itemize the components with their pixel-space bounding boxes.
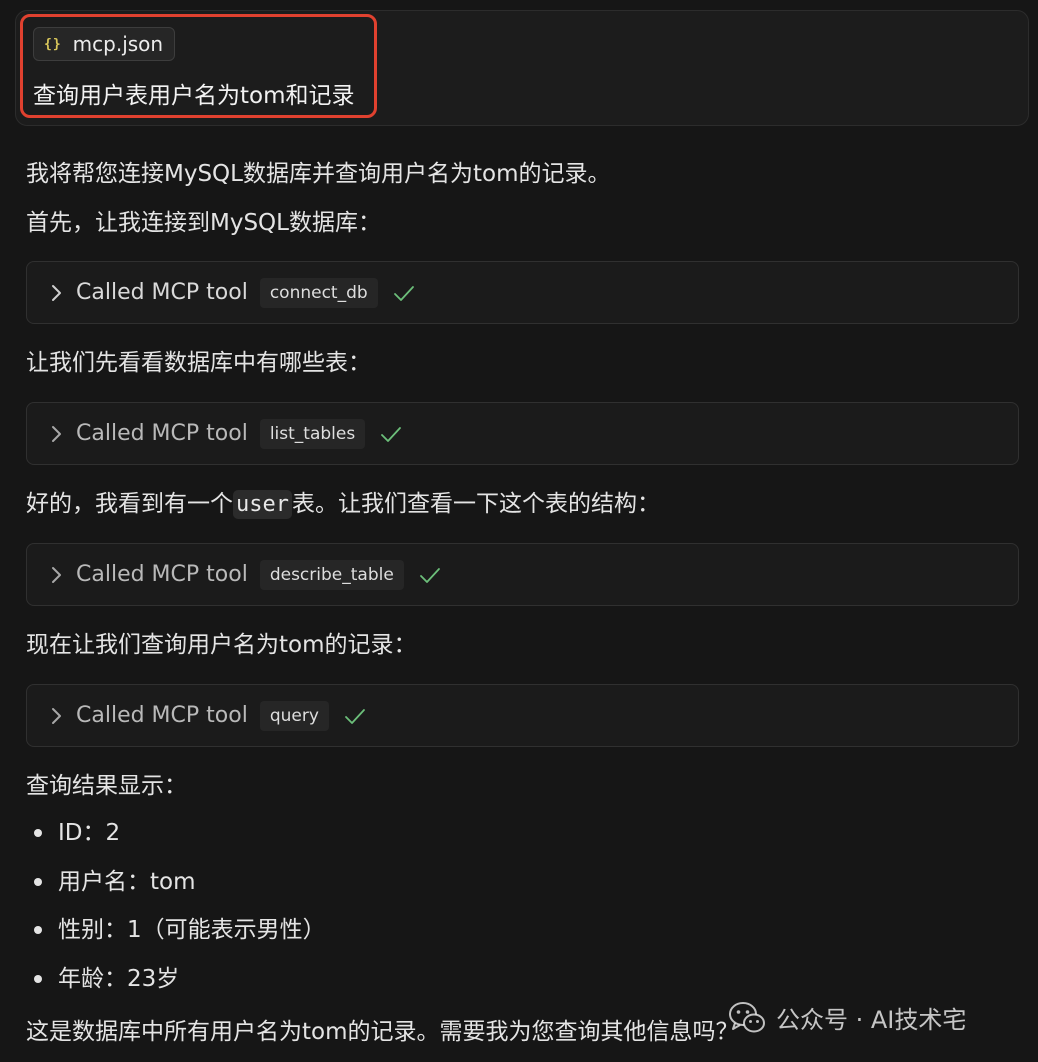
tool-name-chip: describe_table: [259, 559, 404, 590]
response-step3: 好的，我看到有一个 user 表。让我们查看一下这个表的结构：: [26, 489, 660, 520]
checkmark-icon: [345, 708, 365, 724]
step3-suffix: 表。让我们查看一下这个表的结构：: [291, 491, 660, 517]
bullet-dot: [34, 974, 42, 983]
json-braces-icon: {}: [44, 36, 62, 52]
attached-file-name: mcp.json: [72, 32, 164, 56]
checkmark-icon: [381, 426, 402, 442]
checkmark-icon: [393, 285, 414, 301]
list-item-text: 用户名：tom: [58, 868, 196, 895]
result-heading: 查询结果显示：: [26, 773, 187, 799]
list-item-text: 性别：1（可能表示男性）: [58, 917, 326, 943]
tool-call-label: Called MCP tool: [76, 280, 248, 305]
response-intro: 我将帮您连接MySQL数据库并查询用户名为tom的记录。: [26, 161, 611, 187]
tool-call-label: Called MCP tool: [76, 703, 248, 728]
attached-file-chip[interactable]: {} mcp.json: [33, 27, 175, 61]
list-item-text: ID：2: [58, 820, 121, 846]
list-item: ID：2: [26, 818, 326, 867]
tool-call-describe-table[interactable]: Called MCP tool describe_table: [26, 543, 1019, 606]
result-list: ID：2 用户名：tom 性别：1（可能表示男性） 年龄：23岁: [26, 818, 326, 1012]
response-step4: 现在让我们查询用户名为tom的记录：: [26, 632, 417, 658]
chevron-right-icon: [52, 284, 61, 301]
tool-call-query[interactable]: Called MCP tool query: [26, 684, 1019, 747]
tool-name-chip: query: [259, 700, 329, 731]
watermark: 公众号 · AI技术宅: [728, 1000, 966, 1035]
tool-call-list-tables[interactable]: Called MCP tool list_tables: [26, 402, 1019, 465]
bullet-dot: [34, 829, 42, 837]
tool-call-connect-db[interactable]: Called MCP tool connect_db: [26, 261, 1019, 324]
wechat-icon: [729, 1001, 765, 1032]
response-step2: 让我们先看看数据库中有哪些表：: [26, 350, 371, 376]
list-item: 年龄：23岁: [26, 964, 326, 1013]
inline-code-user: user: [233, 490, 292, 519]
chevron-right-icon: [52, 566, 61, 583]
list-item: 用户名：tom: [26, 867, 326, 916]
bullet-dot: [34, 926, 42, 934]
list-item-text: 年龄：23岁: [58, 965, 180, 992]
user-message-text: 查询用户表用户名为tom和记录: [33, 83, 355, 109]
bullet-dot: [34, 877, 42, 886]
list-item: 性别：1（可能表示男性）: [26, 915, 326, 964]
response-step1: 首先，让我连接到MySQL数据库：: [26, 210, 381, 236]
watermark-text: 公众号 · AI技术宅: [776, 1006, 967, 1034]
tool-name-chip: connect_db: [259, 277, 378, 308]
step3-prefix: 好的，我看到有一个: [26, 491, 233, 517]
chevron-right-icon: [52, 707, 61, 724]
tool-call-label: Called MCP tool: [76, 562, 248, 587]
response-closing: 这是数据库中所有用户名为tom的记录。需要我为您查询其他信息吗？: [26, 1019, 739, 1045]
tool-call-label: Called MCP tool: [76, 421, 248, 446]
checkmark-icon: [419, 567, 440, 583]
chevron-right-icon: [52, 425, 61, 442]
tool-name-chip: list_tables: [259, 418, 366, 449]
